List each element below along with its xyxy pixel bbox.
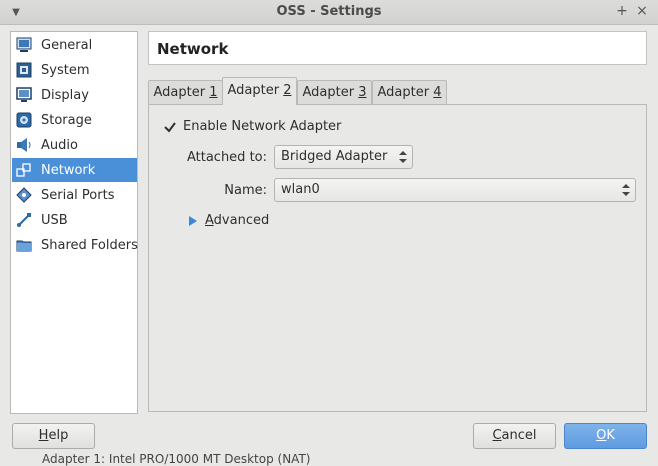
tab-mnemonic: 4 bbox=[433, 85, 442, 100]
shared-folders-icon bbox=[16, 237, 32, 253]
sidebar-item-label: Shared Folders bbox=[41, 237, 138, 253]
name-select[interactable]: wlan0 bbox=[274, 178, 636, 202]
ok-rest: K bbox=[606, 428, 615, 443]
network-icon bbox=[16, 162, 32, 178]
sidebar-item-audio[interactable]: Audio bbox=[12, 133, 137, 157]
enable-adapter-label: Enable Network Adapter bbox=[183, 119, 342, 134]
ok-mnemonic: O bbox=[596, 428, 607, 443]
tab-label: Adapter bbox=[153, 85, 210, 100]
tab-label: Adapter bbox=[377, 85, 434, 100]
help-rest: elp bbox=[48, 428, 69, 443]
advanced-mnemonic: A bbox=[205, 213, 214, 228]
sidebar-item-network[interactable]: Network bbox=[12, 158, 137, 182]
advanced-label: Advanced bbox=[205, 213, 269, 228]
settings-sidebar: General System Display Storage Audio Net… bbox=[10, 31, 138, 414]
window-title: OSS - Settings bbox=[276, 4, 382, 19]
usb-icon bbox=[16, 212, 32, 228]
display-icon bbox=[16, 87, 32, 103]
sidebar-item-label: General bbox=[41, 37, 93, 53]
attached-to-select[interactable]: Bridged Adapter bbox=[274, 145, 413, 169]
sidebar-item-usb[interactable]: USB bbox=[12, 208, 137, 232]
tab-adapter-4[interactable]: Adapter 4 bbox=[372, 80, 447, 104]
enable-adapter-checkbox[interactable] bbox=[162, 119, 177, 134]
sidebar-item-system[interactable]: System bbox=[12, 58, 137, 82]
tab-label: Adapter bbox=[302, 85, 359, 100]
audio-icon bbox=[16, 137, 32, 153]
cancel-rest: ancel bbox=[501, 428, 537, 443]
sidebar-item-display[interactable]: Display bbox=[12, 83, 137, 107]
general-icon bbox=[16, 37, 32, 53]
sidebar-item-label: Storage bbox=[41, 112, 92, 128]
sidebar-item-label: Serial Ports bbox=[41, 187, 115, 203]
tab-adapter-3[interactable]: Adapter 3 bbox=[297, 80, 372, 104]
tab-mnemonic: 3 bbox=[358, 85, 367, 100]
advanced-expander[interactable]: Advanced bbox=[188, 213, 269, 228]
sidebar-item-serial-ports[interactable]: Serial Ports bbox=[12, 183, 137, 207]
attached-to-label: Attached to: bbox=[186, 150, 267, 165]
sidebar-item-label: USB bbox=[41, 212, 68, 228]
sidebar-item-label: Display bbox=[41, 87, 89, 103]
sidebar-item-storage[interactable]: Storage bbox=[12, 108, 137, 132]
tab-adapter-1[interactable]: Adapter 1 bbox=[148, 80, 223, 104]
tab-mnemonic: 2 bbox=[283, 83, 292, 98]
checkmark-icon bbox=[163, 121, 176, 133]
title-bar[interactable]: ▼ OSS - Settings + × bbox=[0, 0, 658, 25]
page-title: Network bbox=[157, 40, 229, 58]
tab-mnemonic: 1 bbox=[209, 85, 218, 100]
page-header: Network bbox=[148, 31, 647, 65]
help-button[interactable]: Help bbox=[12, 423, 95, 449]
sidebar-item-shared-folders[interactable]: Shared Folders bbox=[12, 233, 138, 257]
name-label: Name: bbox=[224, 183, 267, 198]
serial-ports-icon bbox=[16, 187, 32, 203]
system-icon bbox=[16, 62, 32, 78]
name-value: wlan0 bbox=[281, 182, 320, 197]
sidebar-item-label: System bbox=[41, 62, 90, 78]
spinner-arrows-icon bbox=[622, 184, 630, 196]
maximize-icon[interactable]: + bbox=[614, 3, 630, 19]
storage-icon bbox=[16, 112, 32, 128]
background-window-text: Adapter 1: Intel PRO/1000 MT Desktop (NA… bbox=[42, 452, 311, 466]
help-mnemonic: H bbox=[38, 428, 49, 443]
tab-adapter-2[interactable]: Adapter 2 bbox=[222, 77, 297, 105]
sidebar-item-label: Audio bbox=[41, 137, 78, 153]
cancel-button[interactable]: Cancel bbox=[473, 423, 556, 449]
tab-label: Adapter bbox=[227, 83, 284, 98]
close-icon[interactable]: × bbox=[634, 3, 650, 19]
expand-arrow-icon bbox=[189, 215, 197, 226]
spinner-arrows-icon bbox=[399, 151, 407, 163]
ok-button[interactable]: OK bbox=[564, 423, 647, 449]
sidebar-item-general[interactable]: General bbox=[12, 33, 137, 57]
advanced-rest: dvanced bbox=[213, 213, 270, 228]
sidebar-item-label: Network bbox=[41, 162, 96, 178]
cancel-mnemonic: C bbox=[492, 428, 502, 443]
attached-to-value: Bridged Adapter bbox=[281, 149, 388, 164]
